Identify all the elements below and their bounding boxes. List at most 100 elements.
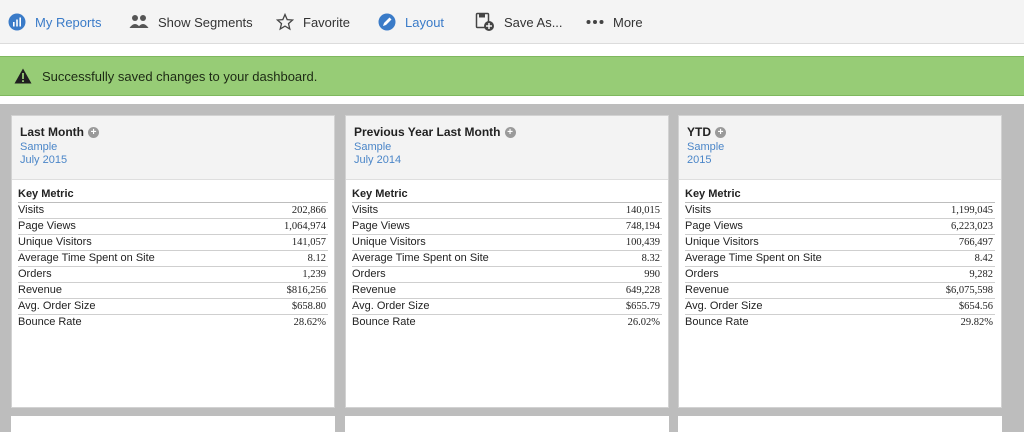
metric-value: 6,223,023 xyxy=(951,221,993,232)
metric-row: Page Views 6,223,023 xyxy=(685,219,995,235)
metric-value: 202,866 xyxy=(291,205,326,216)
metric-value: 1,064,974 xyxy=(284,221,326,232)
layout-button[interactable]: Layout xyxy=(378,0,444,44)
metric-row: Avg. Order Size $654.56 xyxy=(685,299,995,315)
metric-label: Page Views xyxy=(685,220,743,232)
metric-label: Revenue xyxy=(685,284,730,296)
metric-label: Avg. Order Size xyxy=(685,300,763,312)
metric-value: 766,497 xyxy=(958,237,993,248)
add-icon[interactable]: + xyxy=(88,126,99,138)
metrics-header-row: Key Metric xyxy=(352,187,662,203)
metric-row: Visits 140,015 xyxy=(352,203,662,219)
warning-icon xyxy=(14,68,32,84)
metric-row: Orders 1,239 xyxy=(18,267,328,283)
card-period-link[interactable]: July 2015 xyxy=(20,154,334,167)
metric-row: Revenue 649,228 xyxy=(352,283,662,299)
card-title: Last Month xyxy=(20,125,84,139)
metrics-header: Key Metric xyxy=(685,188,741,200)
metric-value: 9,282 xyxy=(969,269,993,280)
metric-value: 29.82% xyxy=(960,317,993,328)
metric-row: Bounce Rate 26.02% xyxy=(352,315,662,331)
metric-label: Visits xyxy=(18,204,45,216)
metric-row: Visits 1,199,045 xyxy=(685,203,995,219)
metric-value: 8.32 xyxy=(641,253,660,264)
metric-value: $658.80 xyxy=(291,301,326,312)
segments-icon xyxy=(129,15,149,28)
report-card-partial xyxy=(11,416,335,432)
report-card-partial xyxy=(345,416,669,432)
save-as-icon xyxy=(475,12,494,31)
metric-row: Unique Visitors 100,439 xyxy=(352,235,662,251)
metric-value: $816,256 xyxy=(286,285,326,296)
metrics-table: Key Metric Visits 202,866 Page Views 1,064… xyxy=(18,187,328,331)
metric-value: 8.42 xyxy=(974,253,993,264)
toolbar: My Reports Show Segments Favorite Layout xyxy=(0,0,1024,44)
metrics-header-row: Key Metric xyxy=(685,187,995,203)
card-segment-link[interactable]: Sample xyxy=(20,141,334,154)
more-button[interactable]: More xyxy=(586,0,643,44)
metric-row: Avg. Order Size $655.79 xyxy=(352,299,662,315)
add-icon[interactable]: + xyxy=(504,126,516,138)
show-segments-label: Show Segments xyxy=(158,14,253,30)
metric-label: Page Views xyxy=(18,220,76,232)
metric-label: Average Time Spent on Site xyxy=(18,252,155,264)
metric-value: 100,439 xyxy=(625,237,660,248)
metric-value: 141,057 xyxy=(291,237,326,248)
card-segment-link[interactable]: Sample xyxy=(687,141,1001,154)
metric-row: Avg. Order Size $658.80 xyxy=(18,299,328,315)
success-notification: Successfully saved changes to your dashb… xyxy=(0,56,1024,96)
card-period-link[interactable]: July 2014 xyxy=(354,154,668,167)
metric-row: Bounce Rate 29.82% xyxy=(685,315,995,331)
metric-value: 26.02% xyxy=(627,317,660,328)
metrics-table: Key Metric Visits 140,015 Page Views 748,1… xyxy=(352,187,662,331)
metric-row: Visits 202,866 xyxy=(18,203,328,219)
report-card-previous-year-last-month[interactable]: Previous Year Last Month + Sample July 2… xyxy=(345,115,669,408)
layout-label: Layout xyxy=(405,14,445,30)
metric-row: Unique Visitors 766,497 xyxy=(685,235,995,251)
show-segments-button[interactable]: Show Segments xyxy=(129,0,253,44)
metric-row: Unique Visitors 141,057 xyxy=(18,235,328,251)
metric-value: 649,228 xyxy=(625,285,660,296)
star-icon xyxy=(276,13,294,31)
metric-label: Unique Visitors xyxy=(352,236,426,248)
metric-row: Revenue $6,075,598 xyxy=(685,283,995,299)
metric-value: 1,199,045 xyxy=(951,205,993,216)
reports-icon xyxy=(8,13,26,31)
my-reports-button[interactable]: My Reports xyxy=(8,0,101,44)
my-reports-label: My Reports xyxy=(35,14,102,30)
save-as-button[interactable]: Save As... xyxy=(475,0,563,44)
card-period-link[interactable]: 2015 xyxy=(687,154,1001,167)
metric-label: Average Time Spent on Site xyxy=(685,252,822,264)
metric-label: Revenue xyxy=(18,284,63,296)
metric-label: Average Time Spent on Site xyxy=(352,252,489,264)
metric-value: 28.62% xyxy=(293,317,326,328)
metric-value: $655.79 xyxy=(625,301,660,312)
metric-row: Orders 990 xyxy=(352,267,662,283)
card-title: YTD xyxy=(687,125,711,139)
more-icon xyxy=(586,20,604,24)
metric-row: Page Views 1,064,974 xyxy=(18,219,328,235)
metric-label: Visits xyxy=(352,204,379,216)
add-icon[interactable]: + xyxy=(715,126,726,138)
report-card-partial xyxy=(678,416,1002,432)
layout-icon xyxy=(378,13,396,31)
report-card-last-month[interactable]: Last Month + Sample July 2015 Key Metric… xyxy=(11,115,335,408)
metric-row: Orders 9,282 xyxy=(685,267,995,283)
metric-label: Orders xyxy=(352,268,386,280)
card-segment-link[interactable]: Sample xyxy=(354,141,668,154)
metric-value: 748,194 xyxy=(625,221,660,232)
metric-value: $6,075,598 xyxy=(945,285,993,296)
metric-label: Unique Visitors xyxy=(685,236,759,248)
metric-value: 140,015 xyxy=(625,205,660,216)
report-card-ytd[interactable]: YTD + Sample 2015 Key Metric Visits 1,199… xyxy=(678,115,1002,408)
metric-row: Revenue $816,256 xyxy=(18,283,328,299)
metric-label: Bounce Rate xyxy=(685,316,749,328)
card-header: YTD + Sample 2015 xyxy=(679,116,1001,180)
metric-value: 990 xyxy=(644,269,660,280)
metric-row: Average Time Spent on Site 8.42 xyxy=(685,251,995,267)
favorite-button[interactable]: Favorite xyxy=(276,0,350,44)
metrics-header: Key Metric xyxy=(352,188,408,200)
card-header: Last Month + Sample July 2015 xyxy=(12,116,334,180)
card-title: Previous Year Last Month xyxy=(354,125,501,139)
metric-label: Avg. Order Size xyxy=(352,300,430,312)
